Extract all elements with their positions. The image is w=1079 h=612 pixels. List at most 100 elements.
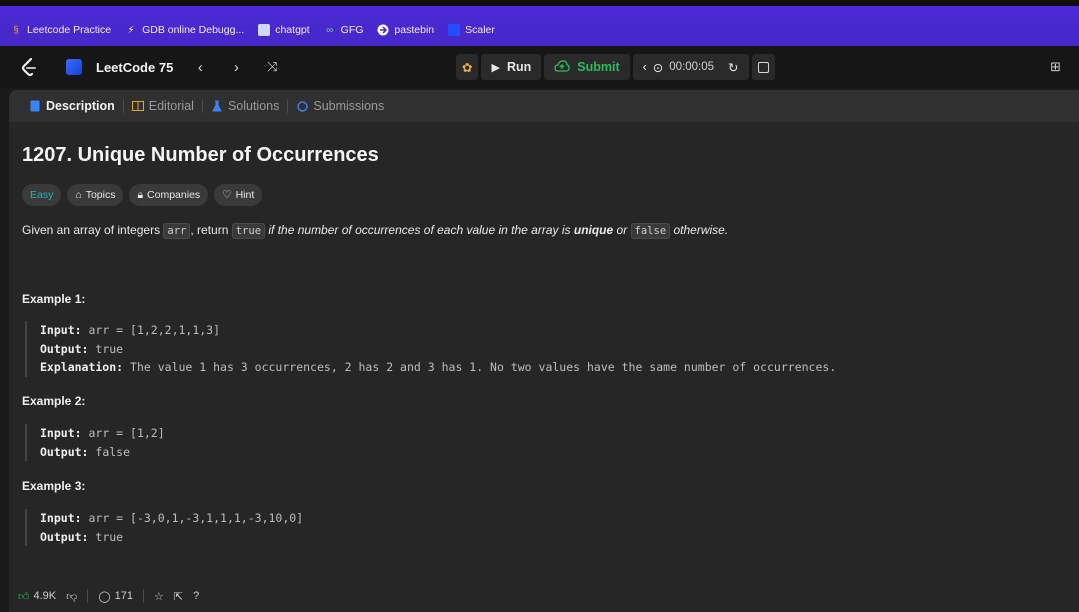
chevron-right-icon[interactable]: › [227,59,245,76]
reset-icon[interactable]: ↻ [728,60,738,75]
bookmark-label: pastebin [394,24,435,36]
lock-icon: 🔒︎ [137,188,144,201]
bookmark-leetcode[interactable]: § Leetcode Practice [10,24,111,36]
run-toolbar: ✿ ▶ Run Submit ‹ ⊙ 00:00:05 ↻ [456,54,775,80]
share-icon[interactable]: ⇱ [174,590,183,603]
problem-footer: 👍︎ 4.9K 👎︎ ◯ 171 ☆ ⇱ ? [0,580,1079,612]
note-icon [757,61,769,73]
description-panel: Description Editorial Solutions Submissi… [9,90,1079,612]
thumbs-up-icon: 👍︎ [18,590,30,603]
timer-widget[interactable]: ‹ ⊙ 00:00:05 ↻ [632,54,749,80]
history-icon [296,100,308,112]
example-3-heading: Example 3: [22,479,86,493]
like-count: 4.9K [33,590,57,602]
topics-label: Topics [85,189,116,201]
inline-code: true [231,223,266,239]
bookmark-scaler[interactable]: Scaler [448,24,495,36]
submit-button[interactable]: Submit [544,54,630,80]
gfg-icon: ∞ [326,24,334,36]
tab-solutions[interactable]: Solutions [203,99,287,113]
companies-label: Companies [147,189,201,201]
desc-text: Given an array of integers [22,223,164,237]
example-input: arr = [1,2] [88,426,165,440]
input-label: Input: [40,323,82,337]
chatgpt-icon [258,24,271,36]
output-label: Output: [40,444,89,459]
bookmark-chatgpt[interactable]: chatgpt [258,24,310,36]
star-icon[interactable]: ☆ [154,590,164,603]
bug-icon: ✿ [462,60,473,75]
bookmark-gdb[interactable]: ⚡ GDB online Debugg... [125,24,245,36]
study-plan-icon [66,59,82,75]
panel-tabs: Description Editorial Solutions Submissi… [9,90,1079,122]
bookmark-gfg[interactable]: ∞ GFG [324,24,363,36]
example-input: arr = [1,2,2,1,1,3] [88,323,221,337]
bookmark-pastebin[interactable]: pastebin [377,24,434,36]
desc-text: , return [190,223,232,237]
leetcode-icon: § [13,24,19,36]
submit-label: Submit [577,60,620,74]
difficulty-badge: Easy [22,184,62,206]
hint-label: Hint [235,189,255,201]
problem-tags: Easy ⌂ Topics 🔒︎ Companies ♡ Hint [22,184,263,206]
timer-value: 00:00:05 [669,61,715,73]
tab-description[interactable]: Description [21,99,123,113]
difficulty-label: Easy [30,189,54,201]
help-icon[interactable]: ? [193,590,199,602]
notes-button[interactable] [751,54,775,80]
tab-label: Solutions [227,99,280,113]
play-circle-icon: ⊙ [652,60,664,75]
top-nav: LeetCode 75 ‹ › ⤨ ✿ ▶ Run Submit ‹ ⊙ 00:… [0,46,1079,88]
example-explanation: The value 1 has 3 occurrences, 2 has 2 a… [130,360,837,374]
run-button[interactable]: ▶ Run [481,54,542,80]
book-icon [131,100,144,112]
output-label: Output: [40,341,89,356]
desc-bold: unique [573,223,614,237]
example-output: false [95,444,131,459]
shuffle-icon[interactable]: ⤨ [263,59,281,75]
chevron-left-icon[interactable]: ‹ [643,60,647,74]
bookmark-label: GDB online Debugg... [142,24,245,36]
run-label: Run [506,60,532,74]
leetcode-logo-icon[interactable] [18,56,40,78]
hint-button[interactable]: ♡ Hint [214,184,263,206]
footer-divider [142,589,144,603]
output-label: Output: [40,529,89,544]
desc-text: if the number of occurrences of each val… [265,223,574,237]
bookmark-label: chatgpt [275,24,310,36]
example-1-heading: Example 1: [22,292,86,306]
flask-icon [211,100,223,112]
thumbs-down-icon[interactable]: 👎︎ [66,590,77,603]
chevron-left-icon[interactable]: ‹ [191,59,209,76]
example-3-block: Input: arr = [-3,0,1,-3,1,1,1,-3,10,0] O… [25,509,303,546]
like-button[interactable]: 👍︎ 4.9K [18,590,56,603]
bookmark-label: Leetcode Practice [27,24,112,36]
example-output: true [95,341,124,356]
companies-button[interactable]: 🔒︎ Companies [129,184,209,206]
tab-submissions[interactable]: Submissions [288,99,392,113]
comment-count: 171 [114,590,133,602]
input-label: Input: [40,426,82,440]
inline-code: arr [163,223,191,239]
layout-icon[interactable]: ⊞ [1050,59,1061,75]
problem-list-title[interactable]: LeetCode 75 [96,60,173,75]
example-1-block: Input: arr = [1,2,2,1,1,3] Output: true … [25,321,836,377]
example-output: true [95,529,124,544]
desc-text: or [613,223,631,237]
bookmark-label: Scaler [465,24,495,36]
play-icon: ▶ [491,61,500,74]
pastebin-icon [377,24,389,36]
topics-button[interactable]: ⌂ Topics [67,184,124,206]
tab-editorial[interactable]: Editorial [124,99,202,113]
problem-title: 1207. Unique Number of Occurrences [22,144,379,166]
example-input: arr = [-3,0,1,-3,1,1,1,-3,10,0] [88,511,304,525]
problem-description: Given an array of integers arr, return t… [22,223,728,239]
inline-code: false [630,223,671,239]
debug-button[interactable]: ✿ [456,54,479,80]
tab-label: Description [46,99,115,113]
comments-button[interactable]: ◯ 171 [98,590,133,603]
tab-label: Editorial [148,99,194,113]
bolt-icon: ⚡ [127,24,135,36]
footer-divider [87,589,89,603]
example-2-heading: Example 2: [22,394,86,408]
